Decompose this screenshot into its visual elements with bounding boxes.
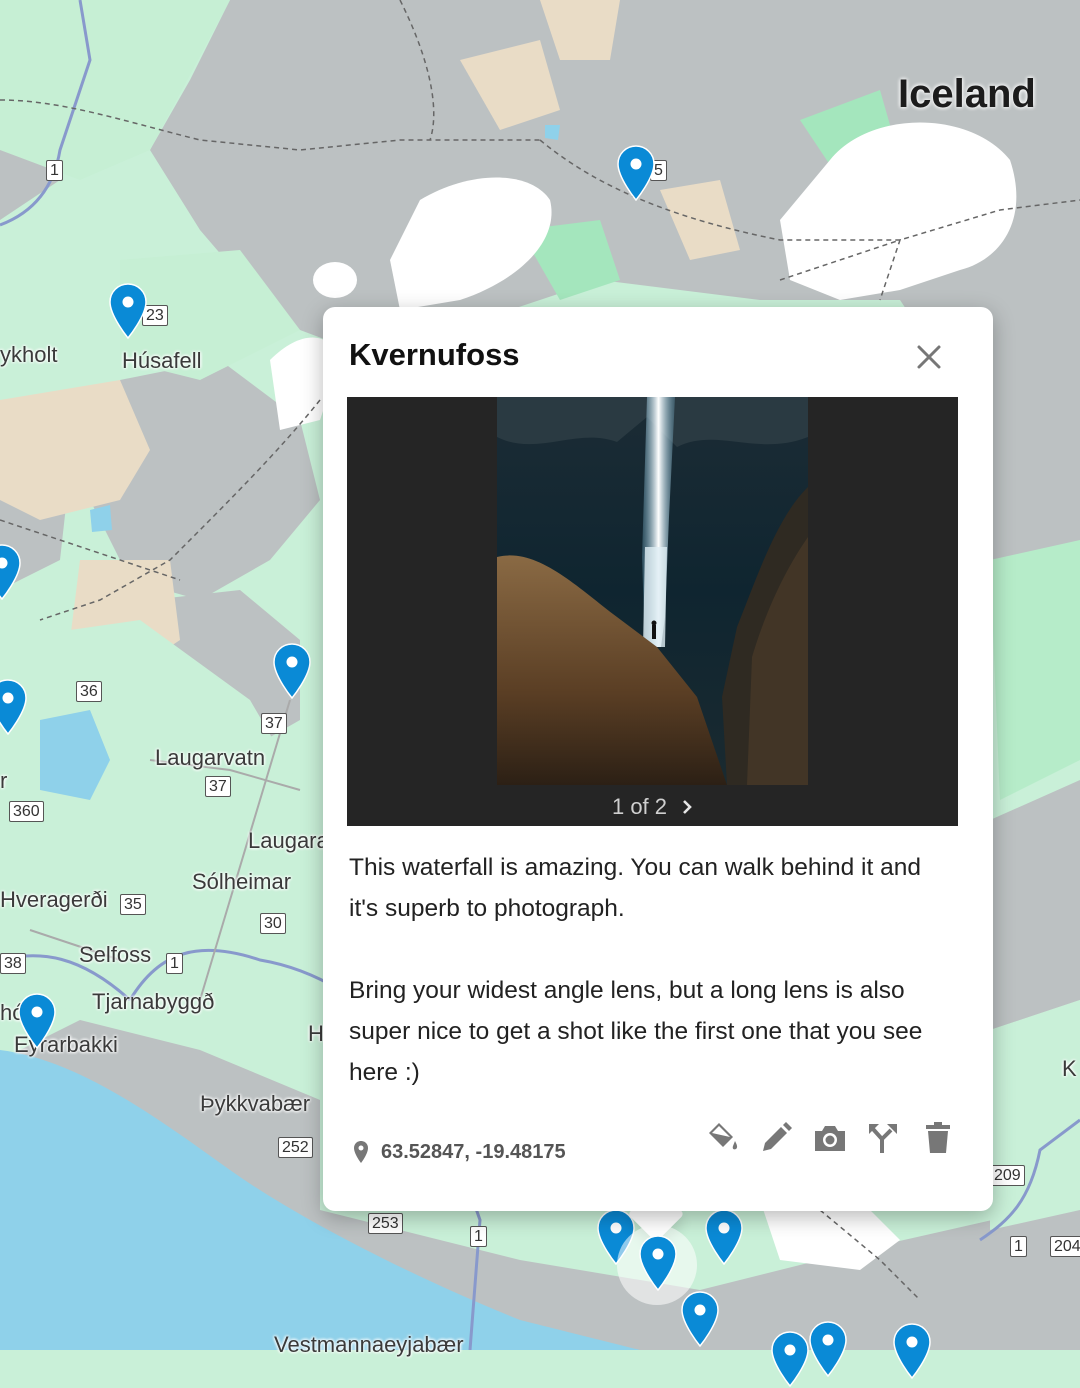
waterfall-photo[interactable] bbox=[497, 397, 808, 785]
place-label: ykholt bbox=[0, 342, 58, 367]
place-label: Vestmannaeyjabær bbox=[274, 1332, 464, 1357]
map-pin-icon[interactable] bbox=[17, 992, 57, 1050]
place-label: Laugarа bbox=[248, 828, 329, 853]
road-shield: 209 bbox=[990, 1165, 1025, 1186]
map-pin-icon[interactable] bbox=[0, 543, 22, 601]
selected-map-pin-icon[interactable] bbox=[638, 1234, 678, 1292]
road-shield: 36 bbox=[76, 681, 102, 702]
road-shield: 360 bbox=[9, 801, 44, 822]
map-pin-icon[interactable] bbox=[808, 1320, 848, 1378]
route-fork-icon[interactable] bbox=[865, 1119, 903, 1157]
camera-icon[interactable] bbox=[811, 1119, 849, 1157]
paint-bucket-icon[interactable] bbox=[703, 1119, 741, 1157]
road-shield: 204 bbox=[1050, 1236, 1080, 1257]
gallery-counter: 1 of 2 bbox=[347, 794, 958, 820]
place-label: Húsafell bbox=[122, 348, 202, 373]
road-shield: 30 bbox=[260, 913, 286, 934]
popup-title: Kvernufoss bbox=[349, 337, 520, 372]
place-label: Hveragerði bbox=[0, 887, 108, 912]
place-label: Laugarvatn bbox=[155, 745, 266, 770]
place-label: Tjarnabyggð bbox=[92, 989, 215, 1014]
road-shield: 37 bbox=[205, 776, 231, 797]
map-pin-icon[interactable] bbox=[704, 1208, 744, 1266]
place-label: r bbox=[0, 768, 8, 793]
popup-toolbar bbox=[703, 1119, 957, 1157]
place-label: Sólheimar bbox=[192, 869, 292, 894]
road-shield: 253 bbox=[368, 1213, 403, 1234]
map-pin-icon[interactable] bbox=[770, 1330, 810, 1388]
location-pin-icon bbox=[354, 1141, 368, 1163]
region-label: Iceland bbox=[898, 72, 1036, 116]
road-shield: 1 bbox=[470, 1226, 487, 1247]
map-pin-icon[interactable] bbox=[616, 144, 656, 202]
road-shield: 1 bbox=[46, 160, 63, 181]
photo-gallery[interactable]: 1 of 2 bbox=[347, 397, 958, 826]
coordinates: 63.52847, -19.48175 bbox=[353, 1137, 566, 1167]
place-label: Selfoss bbox=[79, 942, 152, 967]
road-shield: 35 bbox=[120, 894, 146, 915]
location-popup: Kvernufoss 1 of 2 This waterfall is amaz… bbox=[323, 307, 993, 1211]
pencil-icon[interactable] bbox=[757, 1119, 795, 1157]
description-paragraph: Bring your widest angle lens, but a long… bbox=[349, 977, 923, 1086]
close-icon[interactable] bbox=[911, 339, 947, 375]
map-pin-icon[interactable] bbox=[0, 678, 28, 736]
place-label: K bbox=[1062, 1056, 1077, 1081]
chevron-right-icon[interactable] bbox=[681, 799, 693, 815]
road-shield: 38 bbox=[0, 953, 26, 974]
road-shield: 1 bbox=[1010, 1236, 1027, 1257]
road-shield: 37 bbox=[261, 713, 287, 734]
road-shield: 252 bbox=[278, 1137, 313, 1158]
map-pin-icon[interactable] bbox=[108, 282, 148, 340]
map-pin-icon[interactable] bbox=[272, 642, 312, 700]
popup-description: This waterfall is amazing. You can walk … bbox=[349, 847, 949, 1093]
place-label: Þykkvabær bbox=[200, 1091, 311, 1116]
map-pin-icon[interactable] bbox=[892, 1322, 932, 1380]
coordinates-text: 63.52847, -19.48175 bbox=[381, 1140, 566, 1163]
place-label: H bbox=[308, 1021, 324, 1046]
description-paragraph: This waterfall is amazing. You can walk … bbox=[349, 854, 921, 922]
gallery-counter-text: 1 of 2 bbox=[611, 794, 668, 819]
road-shield: 1 bbox=[166, 953, 183, 974]
trash-icon[interactable] bbox=[919, 1119, 957, 1157]
